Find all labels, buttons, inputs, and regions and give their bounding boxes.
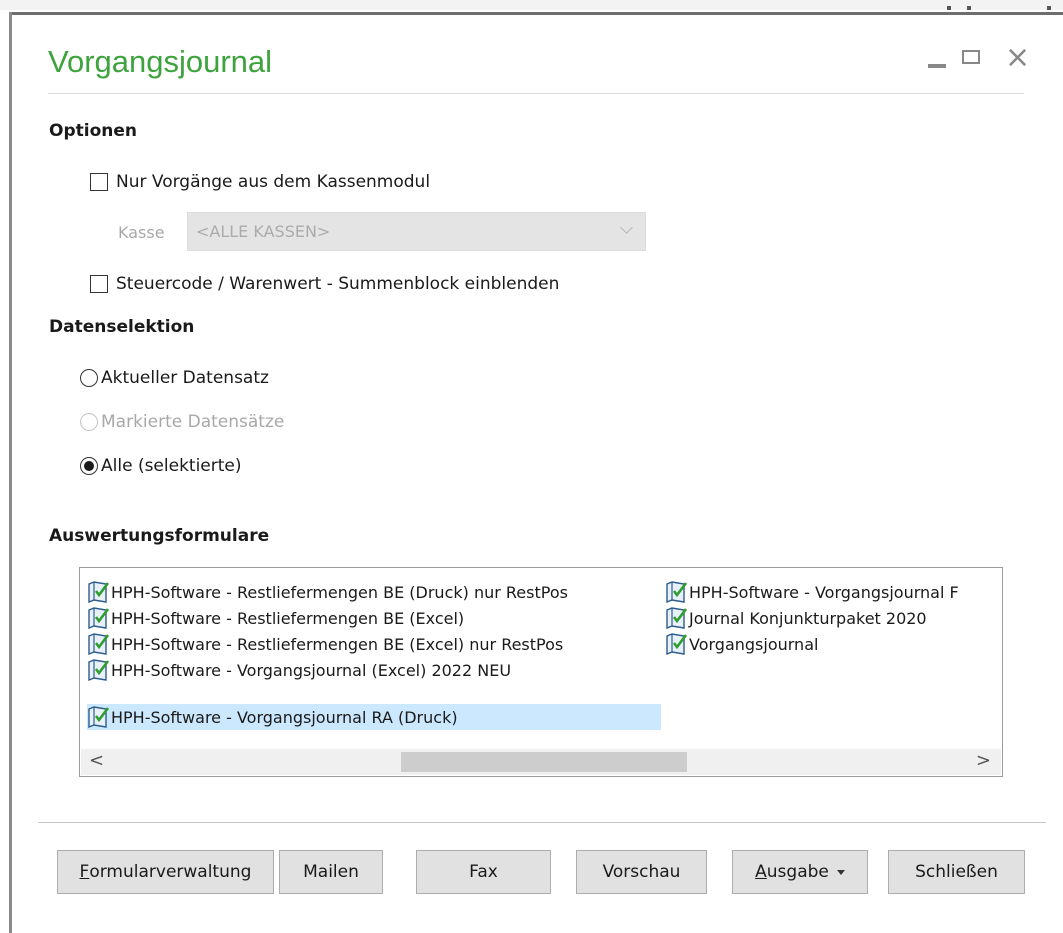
forms-heading: Auswertungsformulare bbox=[49, 526, 270, 546]
horizontal-scrollbar[interactable]: < > bbox=[81, 749, 1001, 775]
report-form-icon bbox=[88, 633, 109, 655]
title-divider bbox=[48, 93, 1024, 94]
radio-marked-records-label: Markierte Datensätze bbox=[101, 412, 285, 432]
report-form-icon bbox=[88, 706, 109, 728]
kasse-label: Kasse bbox=[118, 223, 165, 242]
dialog-title: Vorgangsjournal bbox=[48, 44, 273, 79]
maximize-icon[interactable] bbox=[962, 50, 980, 64]
list-item-label: HPH-Software - Restliefermengen BE (Exce… bbox=[111, 608, 465, 628]
radio-all-selected[interactable] bbox=[80, 457, 98, 475]
list-item[interactable]: HPH-Software - Vorgangsjournal (Excel) 2… bbox=[87, 657, 511, 683]
scroll-left-icon[interactable]: < bbox=[89, 750, 104, 771]
list-item[interactable]: HPH-Software - Restliefermengen BE (Druc… bbox=[87, 579, 568, 605]
scrollbar-thumb[interactable] bbox=[401, 752, 687, 772]
report-form-icon bbox=[88, 607, 109, 629]
accel-key: F bbox=[79, 862, 90, 882]
schliessen-button[interactable]: Schließen bbox=[888, 850, 1025, 894]
radio-all-selected-label: Alle (selektierte) bbox=[101, 456, 242, 476]
list-item[interactable]: Vorgangsjournal bbox=[665, 631, 818, 657]
scroll-right-icon[interactable]: > bbox=[976, 750, 991, 771]
only-cash-module-checkbox[interactable] bbox=[90, 173, 108, 191]
mailen-button[interactable]: Mailen bbox=[279, 850, 383, 894]
list-item[interactable]: HPH-Software - Restliefermengen BE (Exce… bbox=[87, 631, 563, 657]
data-selection-heading: Datenselektion bbox=[49, 317, 195, 337]
radio-current-record-label: Aktueller Datensatz bbox=[101, 368, 269, 388]
tax-block-checkbox[interactable] bbox=[90, 275, 108, 293]
formularverwaltung-button[interactable]: Formularverwaltung bbox=[57, 850, 274, 894]
radio-marked-records bbox=[80, 413, 98, 431]
window-left-border bbox=[9, 12, 12, 933]
list-item-label: HPH-Software - Restliefermengen BE (Druc… bbox=[111, 582, 568, 602]
forms-listbox[interactable]: HPH-Software - Restliefermengen BE (Druc… bbox=[79, 567, 1003, 777]
kasse-select-value: <ALLE KASSEN> bbox=[196, 222, 331, 241]
list-item-label: HPH-Software - Vorgangsjournal F bbox=[689, 582, 959, 602]
list-item[interactable]: HPH-Software - Vorgangsjournal F bbox=[665, 579, 959, 605]
border-mark bbox=[1047, 6, 1051, 10]
radio-current-record[interactable] bbox=[80, 369, 98, 387]
report-form-icon bbox=[666, 633, 687, 655]
list-item[interactable]: Journal Konjunkturpaket 2020 bbox=[665, 605, 927, 631]
report-form-icon bbox=[666, 581, 687, 603]
kasse-select: <ALLE KASSEN> bbox=[187, 212, 646, 251]
list-item-label: HPH-Software - Vorgangsjournal RA (Druck… bbox=[111, 707, 458, 727]
list-item-label: Journal Konjunkturpaket 2020 bbox=[689, 608, 927, 628]
button-label: usgabe bbox=[766, 862, 829, 882]
tax-block-label: Steuercode / Warenwert - Summenblock ein… bbox=[116, 274, 560, 294]
footer-divider bbox=[38, 822, 1046, 823]
accel-key: A bbox=[755, 862, 767, 882]
list-item[interactable]: HPH-Software - Restliefermengen BE (Exce… bbox=[87, 605, 464, 631]
close-icon[interactable]: × bbox=[1005, 42, 1030, 74]
window-top-strip bbox=[0, 0, 1063, 10]
list-item-selected[interactable]: HPH-Software - Vorgangsjournal RA (Druck… bbox=[87, 704, 661, 730]
ausgabe-button[interactable]: Ausgabe bbox=[732, 850, 868, 894]
options-heading: Optionen bbox=[49, 121, 137, 141]
list-item-label: HPH-Software - Vorgangsjournal (Excel) 2… bbox=[111, 660, 512, 680]
button-label: ormularverwaltung bbox=[89, 862, 252, 882]
vorschau-button[interactable]: Vorschau bbox=[576, 850, 707, 894]
window-top-border bbox=[12, 6, 1063, 15]
list-item-label: HPH-Software - Restliefermengen BE (Exce… bbox=[111, 634, 564, 654]
list-item-label: Vorgangsjournal bbox=[689, 634, 819, 654]
chevron-down-icon bbox=[620, 221, 633, 234]
dropdown-caret-icon bbox=[836, 869, 845, 875]
border-mark bbox=[947, 6, 951, 10]
report-form-icon bbox=[88, 581, 109, 603]
only-cash-module-label: Nur Vorgänge aus dem Kassenmodul bbox=[116, 172, 431, 192]
border-mark bbox=[967, 6, 971, 10]
report-form-icon bbox=[88, 659, 109, 681]
fax-button[interactable]: Fax bbox=[416, 850, 551, 894]
report-form-icon bbox=[666, 607, 687, 629]
